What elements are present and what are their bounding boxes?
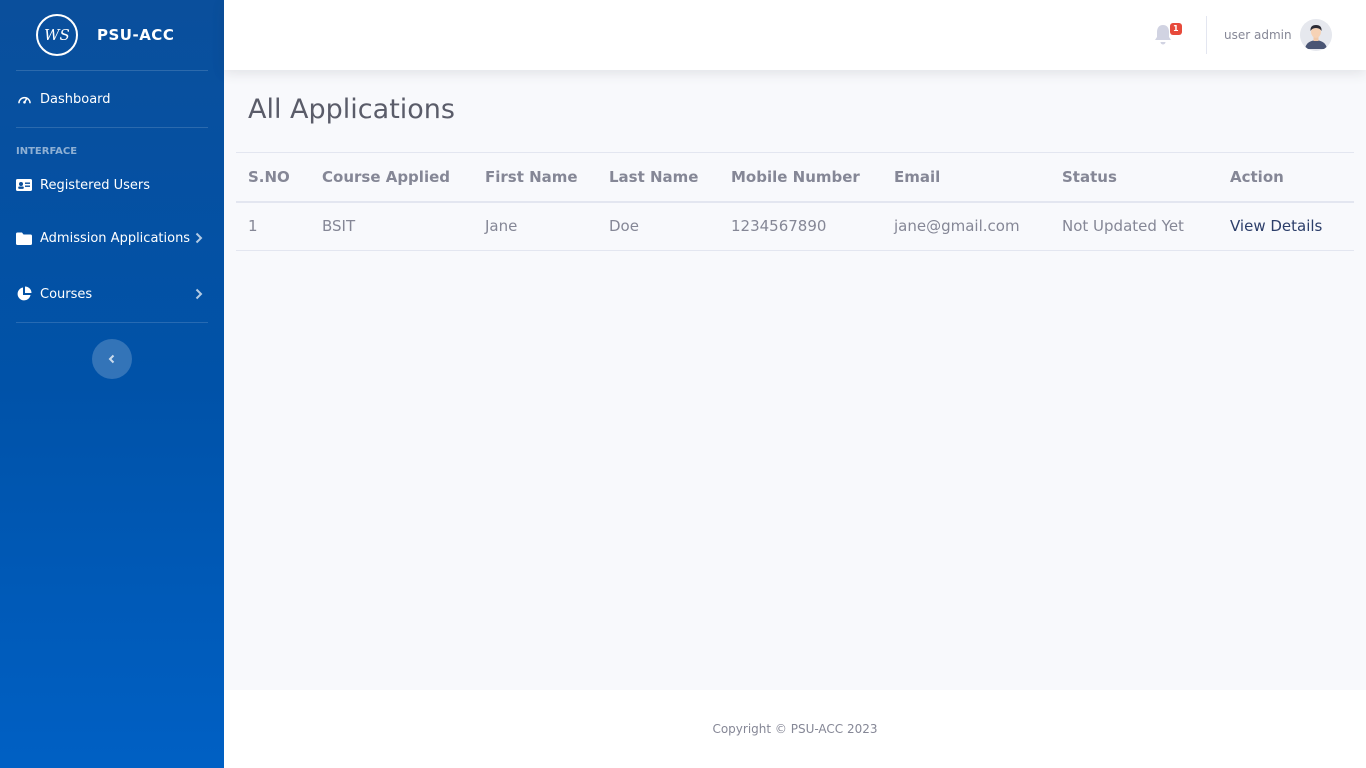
sidebar-item-label: Admission Applications <box>40 230 191 246</box>
sidebar-item-registered-users[interactable]: Registered Users <box>0 160 224 210</box>
cell-status: Not Updated Yet <box>1062 217 1184 236</box>
topbar-divider <box>1206 16 1207 54</box>
brand-logo: WS <box>36 14 78 56</box>
sidebar-item-label: Courses <box>40 286 93 302</box>
column-header-sno: S.NO <box>248 167 290 186</box>
chevron-right-icon <box>194 232 204 244</box>
notifications-button[interactable]: 1 <box>1153 23 1182 46</box>
column-header-action: Action <box>1230 167 1284 186</box>
copyright-text: Copyright © PSU-ACC 2023 <box>712 722 878 736</box>
column-header-last-name: Last Name <box>609 167 699 186</box>
sidebar-item-label: Dashboard <box>40 91 111 107</box>
cell-email: jane@gmail.com <box>894 217 1020 236</box>
cell-course: BSIT <box>322 217 356 236</box>
sidebar-toggle-button[interactable] <box>92 339 132 379</box>
sidebar: WS PSU-ACC Dashboard INTERFACE Registere… <box>0 0 224 768</box>
sidebar-item-dashboard[interactable]: Dashboard <box>0 71 224 127</box>
page-title: All Applications <box>248 94 455 125</box>
column-header-status: Status <box>1062 167 1117 186</box>
column-header-course: Course Applied <box>322 167 450 186</box>
sidebar-item-admission-applications[interactable]: Admission Applications <box>0 210 224 266</box>
table-header-row: S.NO Course Applied First Name Last Name… <box>236 152 1354 202</box>
column-header-first-name: First Name <box>485 167 578 186</box>
sidebar-item-label: Registered Users <box>40 177 151 193</box>
folder-icon <box>16 230 32 246</box>
cell-sno: 1 <box>248 217 258 236</box>
chevron-left-icon <box>108 354 116 364</box>
view-details-link[interactable]: View Details <box>1230 217 1322 235</box>
cell-action: View Details <box>1218 202 1354 251</box>
footer: Copyright © PSU-ACC 2023 <box>224 690 1366 768</box>
column-header-email: Email <box>894 167 941 186</box>
sidebar-heading: INTERFACE <box>16 146 78 157</box>
table-row: 1 BSIT Jane Doe 1234567890 jane@gmail.co… <box>236 202 1354 251</box>
brand-name: PSU-ACC <box>97 26 175 44</box>
id-card-icon <box>16 177 32 193</box>
cell-mobile: 1234567890 <box>731 217 827 236</box>
tachometer-icon <box>16 91 32 107</box>
pie-chart-icon <box>16 286 32 302</box>
applications-table: S.NO Course Applied First Name Last Name… <box>236 152 1354 251</box>
sidebar-divider <box>16 322 208 323</box>
user-name: user admin <box>1224 28 1292 42</box>
notification-count-badge: 1 <box>1170 23 1182 35</box>
sidebar-item-courses[interactable]: Courses <box>0 266 224 322</box>
brand[interactable]: WS PSU-ACC <box>0 0 224 70</box>
cell-first-name: Jane <box>485 217 518 236</box>
topbar: 1 user admin <box>224 0 1366 70</box>
main-content: All Applications S.NO Course Applied Fir… <box>224 70 1366 690</box>
avatar <box>1299 19 1332 51</box>
cell-last-name: Doe <box>609 217 639 236</box>
column-header-mobile: Mobile Number <box>731 167 860 186</box>
user-menu[interactable]: user admin <box>1224 19 1332 51</box>
chevron-right-icon <box>194 288 204 300</box>
